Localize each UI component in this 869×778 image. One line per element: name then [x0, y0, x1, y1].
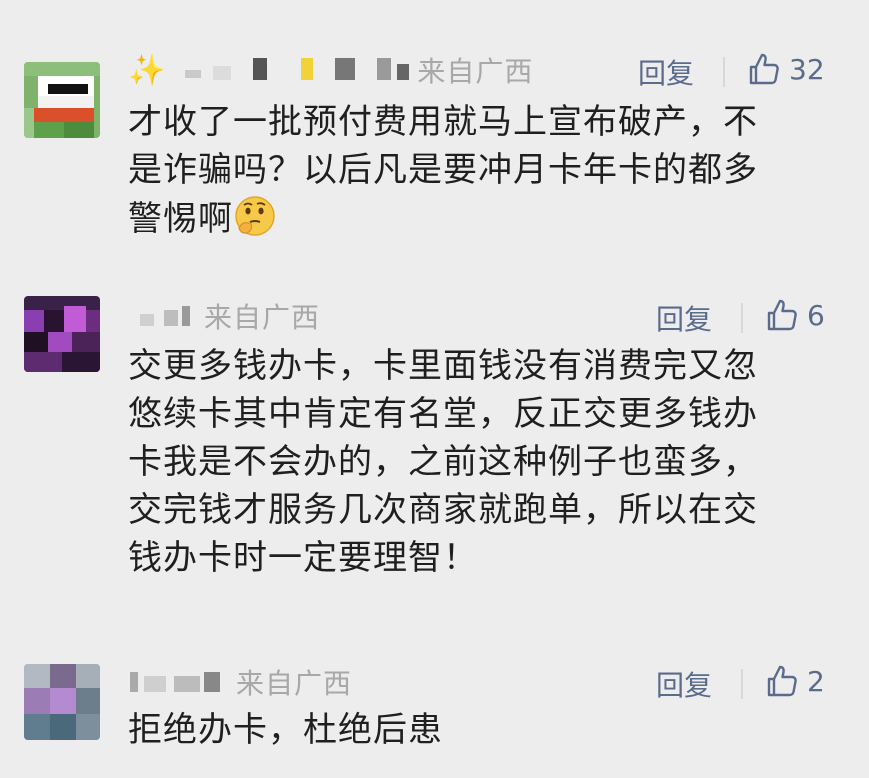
comment-text: 才收了一批预付费用就马上宣布破产，不 是诈骗吗？以后凡是要冲月卡年卡的都多 警惕…: [128, 98, 828, 243]
comment-line: 钱办卡时一定要理智！: [128, 538, 478, 578]
thumbs-up-icon: [767, 299, 797, 331]
comment-meta: 来自广西: [128, 296, 320, 336]
reply-button[interactable]: 回复: [638, 52, 694, 92]
like-button[interactable]: 6: [763, 297, 825, 333]
reply-button[interactable]: 回复: [656, 298, 712, 338]
like-count: 6: [807, 298, 825, 332]
like-count: 32: [789, 52, 825, 86]
divider: [723, 57, 725, 87]
username-redacted[interactable]: [128, 296, 204, 336]
avatar[interactable]: [24, 296, 100, 372]
comment-line: 交完钱才服务几次商家就跑单，所以在交: [128, 490, 758, 530]
username-redacted[interactable]: [185, 50, 417, 90]
comment-text: 交更多钱办卡，卡里面钱没有消费完又忽 悠续卡其中肯定有名堂，反正交更多钱办 卡我…: [128, 342, 828, 582]
avatar[interactable]: [24, 664, 100, 740]
location-label: 来自广西: [417, 55, 534, 88]
comment-line: 是诈骗吗？以后凡是要冲月卡年卡的都多: [128, 150, 758, 190]
like-button[interactable]: 32: [745, 51, 825, 87]
thumbs-up-icon: [767, 665, 797, 697]
comment-line: 拒绝办卡，杜绝后患: [128, 710, 443, 750]
like-button[interactable]: 2: [763, 663, 825, 699]
comment-text: 拒绝办卡，杜绝后患: [128, 706, 828, 754]
divider: [741, 669, 743, 699]
comment-line: 警惕啊: [128, 199, 233, 239]
comment-list: ✨ 来自广西 回复 32 才收了一批预付费用就马上宣布破产，不 是诈骗吗？以后凡…: [0, 0, 869, 778]
thumbs-up-icon: [749, 53, 779, 85]
reply-button[interactable]: 回复: [656, 664, 712, 704]
sparkles-icon: ✨: [128, 52, 166, 88]
thinking-face-emoji: [235, 196, 275, 236]
location-label: 来自广西: [204, 301, 321, 334]
comment-line: 才收了一批预付费用就马上宣布破产，不: [128, 102, 758, 142]
comment-meta: 来自广西: [128, 662, 352, 702]
comment-line: 交更多钱办卡，卡里面钱没有消费完又忽: [128, 346, 758, 386]
location-label: 来自广西: [236, 667, 353, 700]
comment-line: 卡我是不会办的，之前这种例子也蛮多，: [128, 442, 758, 482]
comment-line-last: 警惕啊: [128, 194, 828, 243]
avatar[interactable]: [24, 62, 100, 138]
like-count: 2: [807, 664, 825, 698]
username-redacted[interactable]: [128, 662, 236, 702]
divider: [741, 303, 743, 333]
comment-meta: ✨ 来自广西: [128, 50, 533, 90]
comment-line: 悠续卡其中肯定有名堂，反正交更多钱办: [128, 394, 758, 434]
